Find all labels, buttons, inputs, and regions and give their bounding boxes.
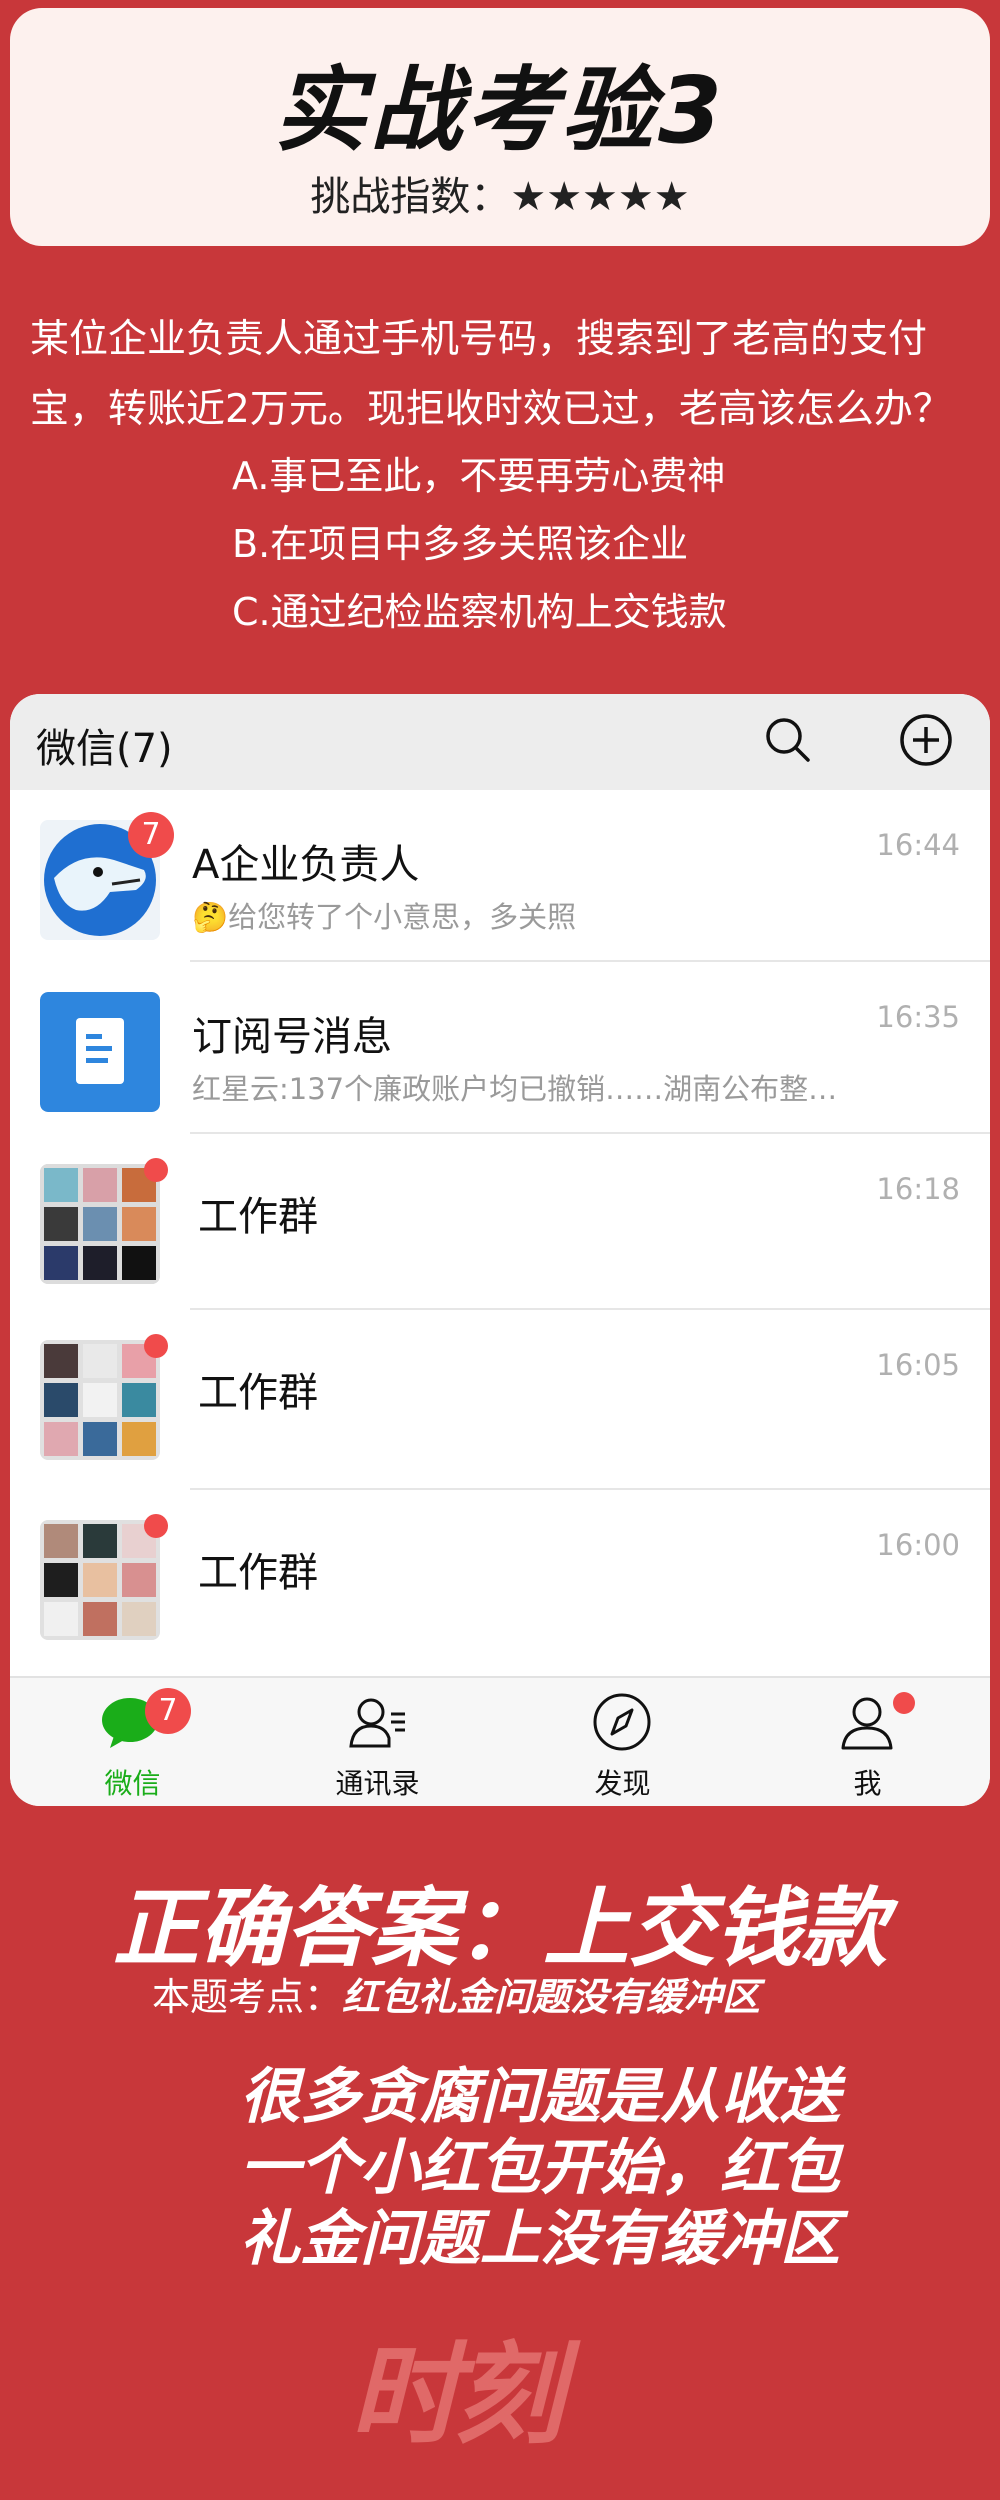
chat-item-work-group-2[interactable]: 工作群 16:05 (10, 1310, 990, 1490)
commentary-line: 礼金问题上没有缓冲区 (240, 2204, 840, 2274)
wechat-screen: 微信(7) 7 A企业负责人 🤔给您转了个小意思，多关照 16:44 订阅号消息… (10, 694, 990, 1806)
wechat-header: 微信(7) (10, 694, 990, 790)
chat-time: 16:18 (876, 1172, 960, 1206)
group-avatar (40, 1340, 160, 1460)
commentary-line: 很多贪腐问题是从收送 (240, 2062, 840, 2132)
difficulty-rating: 挑战指数：★★★★★ (310, 174, 690, 220)
chat-name: 订阅号消息 (192, 1014, 392, 1060)
title-card: 实战考验3 挑战指数：★★★★★ (10, 8, 990, 246)
unread-badge: 7 (128, 812, 174, 858)
chat-time: 16:44 (876, 828, 960, 862)
brand-watermark: 时刻 (350, 2331, 564, 2459)
tab-me[interactable]: 我 (745, 1678, 990, 1806)
chat-time: 16:00 (876, 1528, 960, 1562)
option-b[interactable]: B.在项目中多多关照该企业 (232, 510, 932, 578)
tab-wechat[interactable]: 7 微信 (10, 1678, 255, 1806)
plus-circle-icon[interactable] (898, 712, 954, 768)
search-icon[interactable] (762, 714, 814, 766)
chat-preview: 🤔给您转了个小意思，多关照 (192, 900, 577, 934)
correct-answer: 正确答案：上交钱款 (113, 1879, 887, 1979)
tab-label: 通讯录 (335, 1767, 420, 1800)
tab-unread-dot (893, 1692, 915, 1714)
chat-name: 工作群 (198, 1370, 318, 1416)
tab-badge: 7 (145, 1688, 191, 1734)
subscription-avatar (40, 992, 160, 1112)
chat-name: 工作群 (198, 1194, 318, 1240)
tab-contacts[interactable]: 通讯录 (255, 1678, 500, 1806)
key-point-value: 红包礼金问题没有缓冲区 (342, 1975, 761, 2019)
contacts-icon (349, 1698, 405, 1748)
commentary-line: 一个小红包开始，红包 (240, 2133, 840, 2203)
key-point-label: 本题考点： (152, 1975, 343, 2019)
unread-dot (144, 1334, 168, 1358)
option-a[interactable]: A.事已至此，不要再劳心费神 (232, 442, 932, 510)
chat-time: 16:05 (876, 1348, 960, 1382)
compass-icon (593, 1693, 651, 1751)
option-c[interactable]: C.通过纪检监察机构上交钱款 (232, 578, 932, 646)
chat-item-a-enterprise[interactable]: 7 A企业负责人 🤔给您转了个小意思，多关照 16:44 (10, 790, 990, 962)
chat-name: A企业负责人 (192, 842, 420, 888)
answer-options: A.事已至此，不要再劳心费神 B.在项目中多多关照该企业 C.通过纪检监察机构上… (232, 442, 932, 646)
page-title: 实战考验3 (273, 57, 726, 164)
tab-label: 微信 (104, 1767, 161, 1800)
group-avatar (40, 1520, 160, 1640)
question-text: 某位企业负责人通过手机号码，搜索到了老高的支付宝，转账近2万元。现拒收时效已过，… (30, 317, 952, 432)
chat-item-work-group-3[interactable]: 工作群 16:00 (10, 1490, 990, 1670)
tab-bar: 7 微信 通讯录 发现 我 (10, 1676, 990, 1806)
commentary: 很多贪腐问题是从收送 一个小红包开始，红包 礼金问题上没有缓冲区 (240, 2062, 940, 2275)
unread-dot (144, 1514, 168, 1538)
tab-label: 发现 (594, 1767, 651, 1800)
tab-discover[interactable]: 发现 (500, 1678, 745, 1806)
group-avatar (40, 1164, 160, 1284)
chat-item-work-group-1[interactable]: 工作群 16:18 (10, 1134, 990, 1310)
chat-list: 7 A企业负责人 🤔给您转了个小意思，多关照 16:44 订阅号消息 红星云:1… (10, 790, 990, 1670)
wechat-title: 微信(7) (36, 726, 173, 772)
key-point: 本题考点：红包礼金问题没有缓冲区 (152, 1966, 760, 2021)
chat-time: 16:35 (876, 1000, 960, 1034)
tab-label: 我 (853, 1767, 882, 1800)
person-icon (841, 1697, 893, 1750)
unread-dot (144, 1158, 168, 1182)
chat-item-subscriptions[interactable]: 订阅号消息 红星云:137个廉政账户均已撤销……湖南公布整… 16:35 (10, 962, 990, 1134)
chat-name: 工作群 (198, 1550, 318, 1596)
chat-preview: 红星云:137个廉政账户均已撤销……湖南公布整… (192, 1072, 838, 1106)
